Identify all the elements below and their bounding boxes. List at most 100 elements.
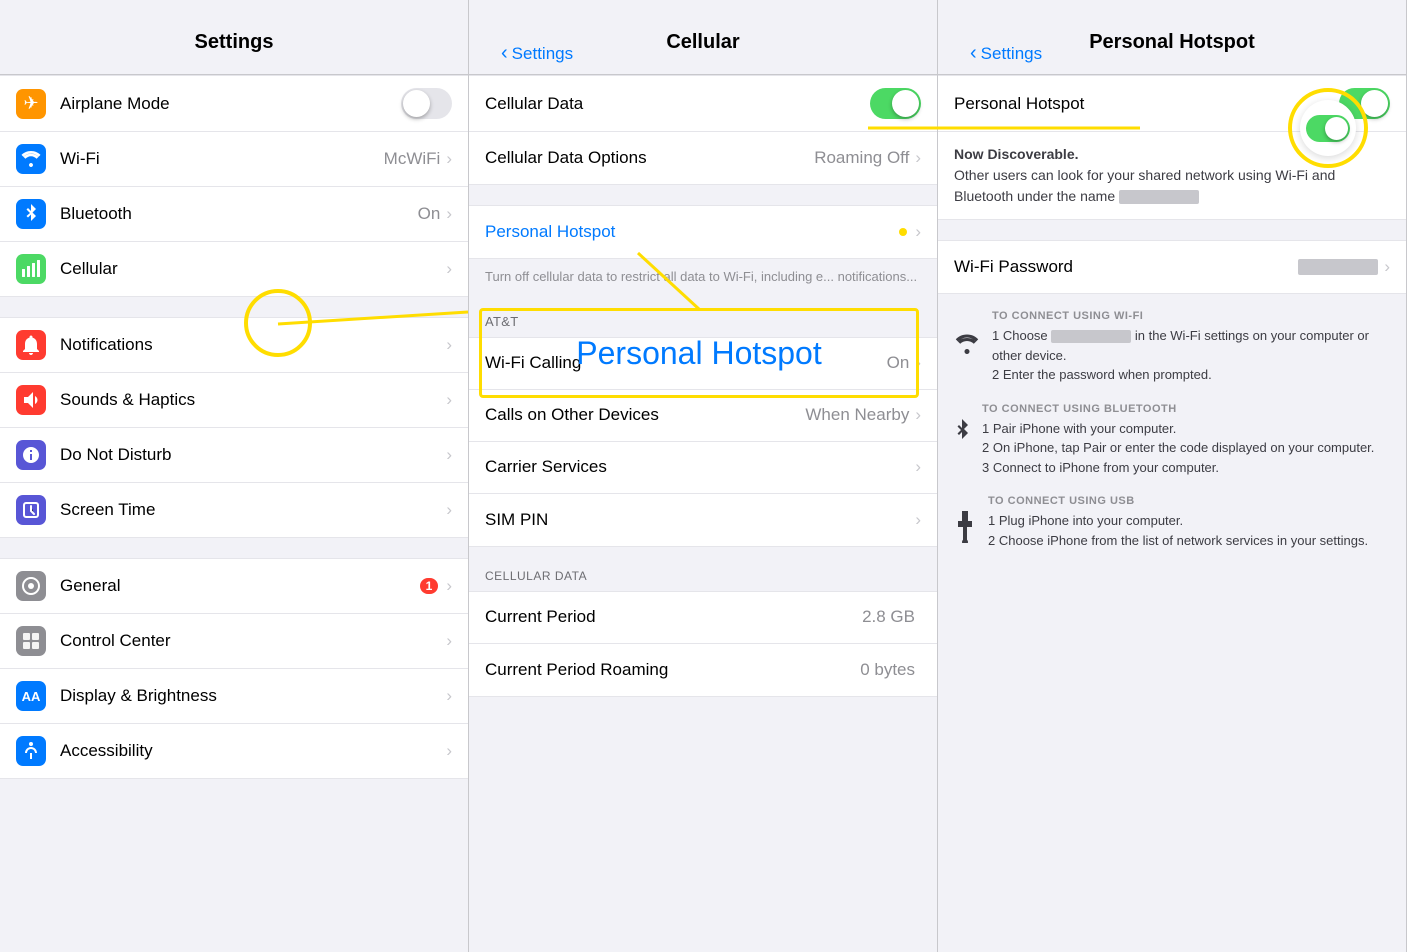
cellular-header: ‹ Settings Cellular (469, 0, 937, 75)
airplane-mode-toggle[interactable] (401, 88, 452, 119)
discoverable-section: Now Discoverable. Other users can look f… (938, 132, 1406, 220)
screen-time-row[interactable]: Screen Time › (0, 483, 468, 537)
cellular-back-label: Settings (512, 44, 573, 64)
notifications-row[interactable]: Notifications › (0, 318, 468, 373)
personal-hotspot-toggle-row[interactable]: Personal Hotspot (938, 76, 1406, 131)
connect-bt-step1: 1 Pair iPhone with your computer. (982, 419, 1374, 439)
panel-personal-hotspot: ‹ Settings Personal Hotspot Personal Hot… (938, 0, 1407, 952)
wifi-password-label: Wi-Fi Password (954, 257, 1298, 277)
wifi-password-row[interactable]: Wi-Fi Password ........ › (938, 241, 1406, 293)
back-chevron-icon2: ‹ (970, 42, 977, 65)
cellular-data-label: Cellular Data (485, 94, 870, 114)
connect-bt-step3: 3 Connect to iPhone from your computer. (982, 458, 1374, 478)
current-period-roaming-label: Current Period Roaming (485, 660, 860, 680)
accessibility-icon (16, 736, 46, 766)
usb-connect-icon (954, 511, 976, 548)
display-brightness-label: Display & Brightness (60, 686, 446, 706)
cellular-data-group: Cellular Data Cellular Data Options Roam… (469, 75, 937, 185)
cellular-back-button[interactable]: ‹ Settings (501, 42, 573, 65)
general-row[interactable]: General 1 › (0, 559, 468, 614)
current-period-label: Current Period (485, 607, 862, 627)
sim-pin-row[interactable]: SIM PIN › (469, 494, 937, 546)
bluetooth-icon (16, 199, 46, 229)
personal-hotspot-list: Personal Hotspot Now Discoverable. Other… (938, 75, 1406, 952)
wifi-password-section: Wi-Fi Password ........ › (938, 240, 1406, 294)
personal-hotspot-row[interactable]: Personal Hotspot › (469, 206, 937, 258)
cellular-data-options-row[interactable]: Cellular Data Options Roaming Off › (469, 132, 937, 184)
calls-other-devices-row[interactable]: Calls on Other Devices When Nearby › (469, 390, 937, 442)
carrier-services-label: Carrier Services (485, 457, 915, 477)
control-center-icon (16, 626, 46, 656)
cellular-data-section-header: CELLULAR DATA (469, 547, 937, 591)
control-center-row[interactable]: Control Center › (0, 614, 468, 669)
sounds-chevron-icon: › (446, 390, 452, 410)
personal-hotspot-toggle-label: Personal Hotspot (954, 94, 1339, 114)
bluetooth-row[interactable]: Bluetooth On › (0, 187, 468, 242)
cellular-data-row[interactable]: Cellular Data (469, 76, 937, 132)
connect-bt-instructions: TO CONNECT USING BLUETOOTH 1 Pair iPhone… (982, 403, 1374, 478)
do-not-disturb-chevron-icon: › (446, 445, 452, 465)
personal-hotspot-back-button[interactable]: ‹ Settings (970, 42, 1042, 65)
connect-usb-step1: 1 Plug iPhone into your computer. (988, 511, 1368, 531)
accessibility-row[interactable]: Accessibility › (0, 724, 468, 778)
notifications-chevron-icon: › (446, 335, 452, 355)
current-period-row: Current Period 2.8 GB (469, 592, 937, 644)
do-not-disturb-row[interactable]: Do Not Disturb › (0, 428, 468, 483)
cellular-data-options-value: Roaming Off (814, 148, 909, 168)
cellular-data-toggle[interactable] (870, 88, 921, 119)
cellular-icon (16, 254, 46, 284)
display-brightness-chevron-icon: › (446, 686, 452, 706)
cellular-row[interactable]: Cellular › (0, 242, 468, 296)
personal-hotspot-back-label: Settings (981, 44, 1042, 64)
wifi-name-redacted: ........ (1051, 330, 1131, 343)
personal-hotspot-label: Personal Hotspot (485, 222, 899, 242)
settings-group-connectivity: ✈ Airplane Mode Wi-Fi McWiFi › Bluetooth… (0, 75, 468, 297)
cellular-title: Cellular (666, 31, 739, 54)
wifi-password-value: ........ (1298, 259, 1378, 275)
connect-wifi-step2: 2 Enter the password when prompted. (992, 365, 1390, 385)
connect-wifi-step1: 1 Choose ........ in the Wi-Fi settings … (992, 326, 1390, 365)
control-center-chevron-icon: › (446, 631, 452, 651)
wifi-connect-icon (954, 334, 980, 360)
screen-time-label: Screen Time (60, 500, 446, 520)
calls-other-devices-chevron-icon: › (915, 405, 921, 425)
att-section-header: AT&T (469, 303, 937, 337)
att-label: AT&T (485, 314, 518, 329)
settings-group-system: Notifications › Sounds & Haptics › Do No… (0, 317, 468, 538)
discoverable-title: Now Discoverable. (954, 146, 1079, 162)
cellular-label: Cellular (60, 259, 446, 279)
display-brightness-row[interactable]: AA Display & Brightness › (0, 669, 468, 724)
cellular-data-section-label: CELLULAR DATA (485, 569, 587, 583)
hotspot-description: Turn off cellular data to restrict all d… (469, 259, 937, 303)
general-badge: 1 (420, 578, 439, 594)
connect-wifi-header: TO CONNECT USING WI-FI 1 Choose ........… (938, 294, 1406, 389)
connect-bt-title: TO CONNECT USING BLUETOOTH (982, 403, 1374, 415)
panel-cellular: ‹ Settings Cellular Cellular Data Cellul… (469, 0, 938, 952)
connect-wifi-section: TO CONNECT USING WI-FI 1 Choose ........… (954, 310, 1390, 385)
accessibility-chevron-icon: › (446, 741, 452, 761)
sounds-icon (16, 385, 46, 415)
personal-hotspot-group: Personal Hotspot › (469, 205, 937, 259)
personal-hotspot-toggle[interactable] (1339, 88, 1390, 119)
discoverable-text: Now Discoverable. Other users can look f… (954, 144, 1390, 207)
panel-settings: Settings ✈ Airplane Mode Wi-Fi McWiFi › (0, 0, 469, 952)
calls-other-devices-label: Calls on Other Devices (485, 405, 805, 425)
wifi-icon (16, 144, 46, 174)
carrier-services-row[interactable]: Carrier Services › (469, 442, 937, 494)
wifi-password-chevron-icon: › (1384, 257, 1390, 277)
wifi-calling-label: Wi-Fi Calling (485, 353, 887, 373)
control-center-label: Control Center (60, 631, 446, 651)
connect-usb-instructions: TO CONNECT USING USB 1 Plug iPhone into … (988, 495, 1368, 550)
airplane-mode-row[interactable]: ✈ Airplane Mode (0, 76, 468, 132)
cellular-data-options-chevron-icon: › (915, 148, 921, 168)
personal-hotspot-toggle-group: Personal Hotspot (938, 75, 1406, 132)
cellular-data-stats-group: Current Period 2.8 GB Current Period Roa… (469, 591, 937, 697)
sounds-row[interactable]: Sounds & Haptics › (0, 373, 468, 428)
notifications-label: Notifications (60, 335, 446, 355)
wifi-row[interactable]: Wi-Fi McWiFi › (0, 132, 468, 187)
general-icon (16, 571, 46, 601)
connect-bt-step2: 2 On iPhone, tap Pair or enter the code … (982, 438, 1374, 458)
current-period-roaming-row: Current Period Roaming 0 bytes (469, 644, 937, 696)
connect-wifi-instructions: TO CONNECT USING WI-FI 1 Choose ........… (992, 310, 1390, 385)
wifi-calling-row[interactable]: Wi-Fi Calling On › (469, 338, 937, 390)
